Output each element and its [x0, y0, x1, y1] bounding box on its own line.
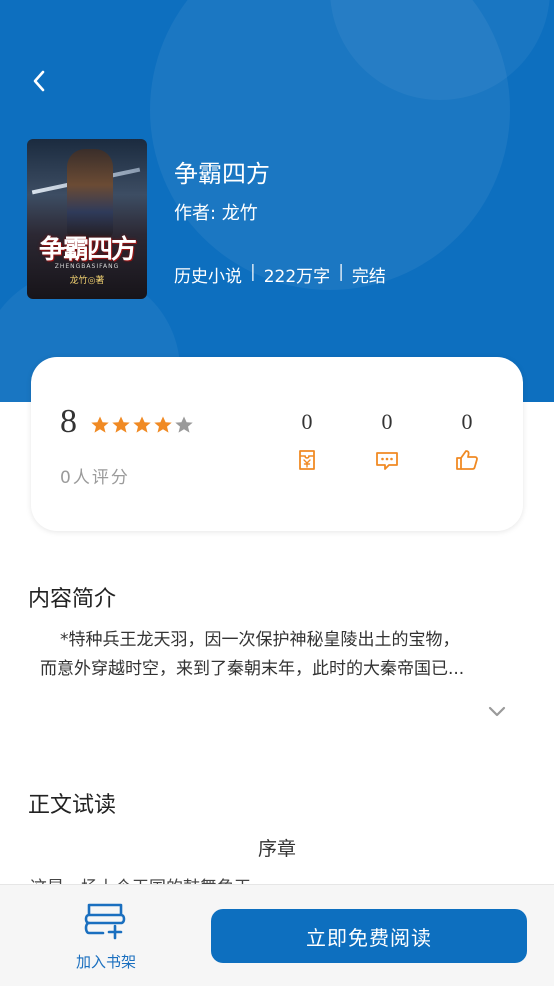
book-status: 完结: [351, 267, 386, 287]
intro-text: *特种兵王龙天羽，因一次保护神秘皇陵出土的宝物， 而意外穿越时空，来到了秦朝末年…: [40, 626, 514, 684]
comment-icon: [376, 452, 398, 470]
rating-stars: [90, 415, 194, 435]
star-icon: [154, 416, 172, 433]
chevron-down-icon: [488, 706, 506, 717]
read-free-button[interactable]: 立即免费阅读: [211, 909, 527, 963]
ticket-icon: [299, 450, 315, 470]
chapter-title: 序章: [257, 838, 296, 860]
cover-title: 争霸四方: [38, 235, 137, 265]
stat-comment[interactable]: 0: [357, 409, 417, 477]
intro-heading: 内容简介: [28, 587, 117, 612]
book-title: 争霸四方: [174, 160, 270, 188]
star-icon: [91, 416, 109, 433]
add-to-shelf-button[interactable]: 加入书架: [64, 899, 148, 971]
intro-line: *特种兵王龙天羽，因一次保护神秘皇陵出土的宝物，: [60, 630, 460, 650]
book-author: 作者: 龙竹: [174, 203, 258, 224]
book-word-count: 222万字: [263, 267, 331, 287]
add-to-shelf-label: 加入书架: [75, 953, 136, 971]
thumbs-up-icon: [456, 450, 478, 470]
cover-author: 龙竹◎著: [69, 276, 105, 286]
cover-subtitle: ZHENGBASIFANG: [54, 263, 120, 270]
meta-separator: |: [250, 262, 256, 282]
rating-card: 8 0人评分 0 0 0: [31, 357, 523, 531]
book-meta: 历史小说 | 222万字 | 完结: [174, 262, 386, 287]
expand-button[interactable]: [484, 700, 510, 722]
star-icon: [112, 416, 130, 433]
book-cover[interactable]: 争霸四方 ZHENGBASIFANG 龙竹◎著: [27, 139, 147, 299]
rating-count: 0人评分: [60, 468, 130, 488]
star-icon: [133, 416, 151, 433]
bookshelf-add-icon: [84, 903, 126, 940]
stat-like[interactable]: 0: [437, 409, 497, 477]
cover-art-figure: [67, 149, 113, 239]
rating-score: 8: [60, 403, 77, 440]
bottom-action-bar: 加入书架 立即免费阅读: [0, 884, 554, 986]
chevron-left-icon: [33, 70, 45, 92]
meta-separator: |: [338, 262, 344, 282]
preview-heading: 正文试读: [28, 793, 117, 818]
book-category: 历史小说: [174, 267, 242, 287]
stat-value: 0: [301, 409, 313, 434]
star-icon: [175, 416, 193, 433]
stat-ticket[interactable]: 0: [277, 409, 337, 477]
stat-value: 0: [381, 409, 393, 434]
stat-value: 0: [461, 409, 473, 434]
back-button[interactable]: [26, 66, 52, 96]
intro-line: 而意外穿越时空，来到了秦朝末年，此时的大秦帝国已...: [40, 659, 465, 679]
